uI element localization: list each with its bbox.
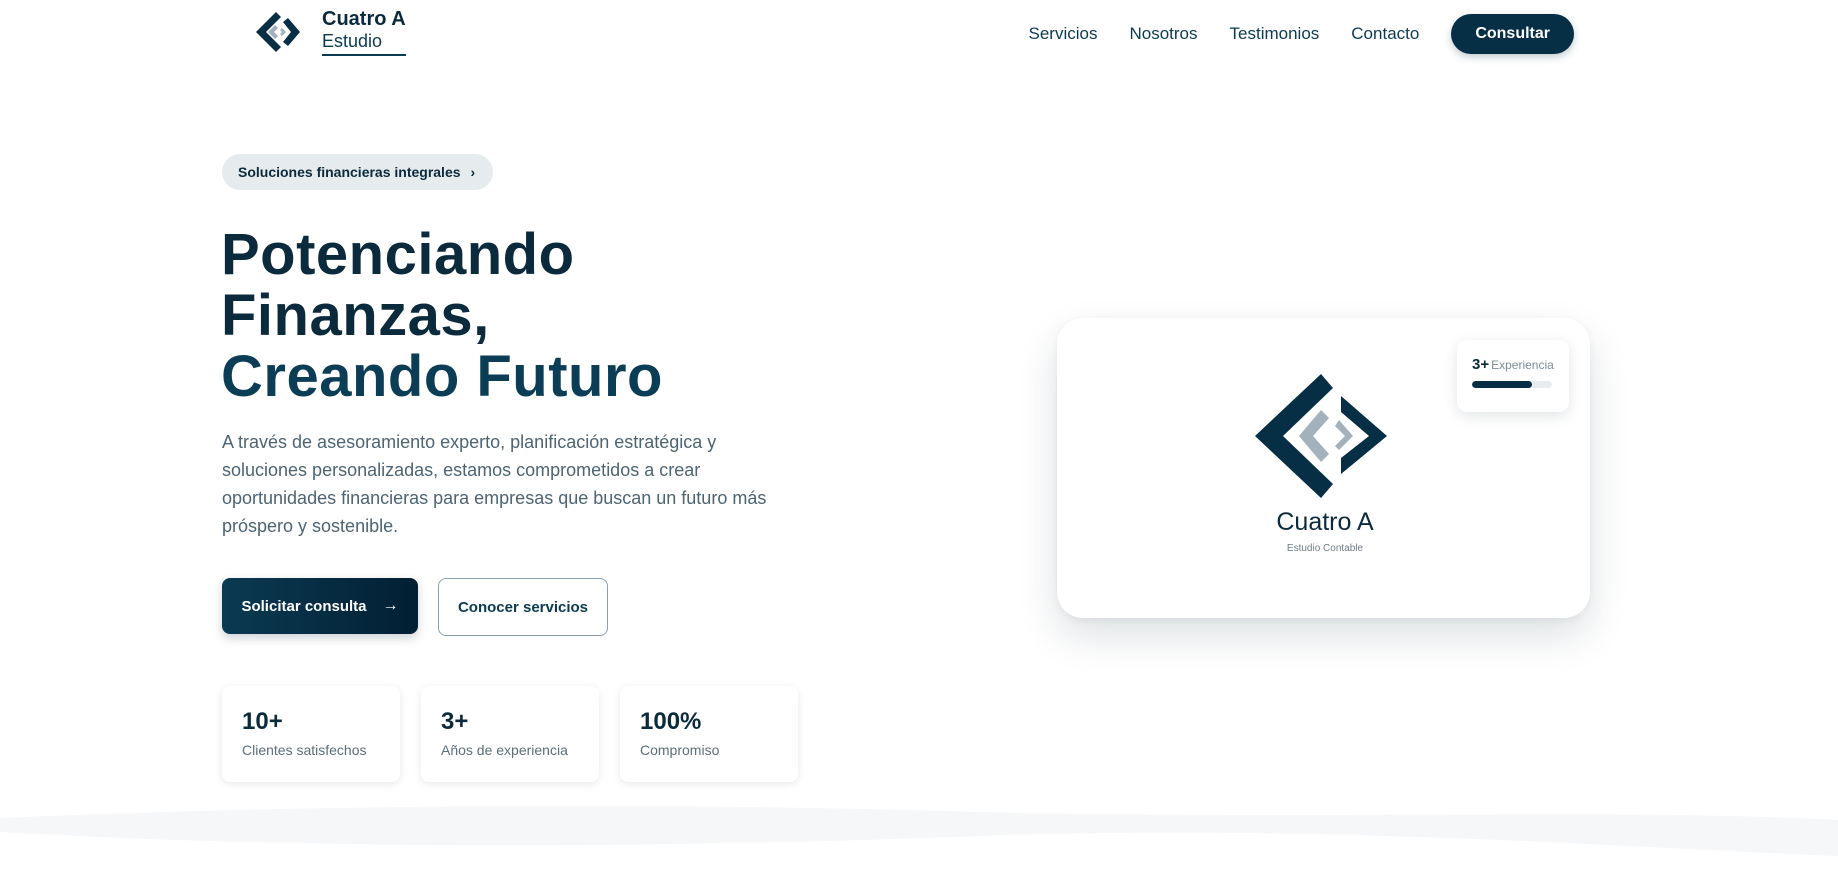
experience-progress-fill — [1472, 381, 1532, 388]
main-nav: Servicios Nosotros Testimonios Contacto … — [1029, 14, 1574, 54]
consultar-button[interactable]: Consultar — [1451, 14, 1574, 54]
nav-link-contacto[interactable]: Contacto — [1351, 24, 1419, 44]
solicitar-consulta-button[interactable]: Solicitar consulta → — [222, 578, 418, 634]
hero-pill[interactable]: Soluciones financieras integrales › — [222, 154, 494, 190]
brand-card: 3+ Experiencia Cuatro A Estudio Contable — [1057, 318, 1590, 618]
experience-progress-track — [1472, 381, 1552, 388]
solicitar-consulta-label: Solicitar consulta — [241, 597, 367, 615]
stat-card: 10+ Clientes satisfechos — [222, 686, 400, 782]
brand-logo[interactable]: Cuatro A Estudio — [252, 8, 406, 56]
stat-value: 10+ — [242, 708, 283, 735]
nav-link-servicios[interactable]: Servicios — [1029, 24, 1098, 44]
section-divider-wave — [0, 806, 1838, 894]
cuatro-a-logo-icon — [256, 12, 300, 52]
brand-text: Cuatro A Estudio — [322, 8, 406, 56]
conocer-servicios-label: Conocer servicios — [457, 598, 589, 616]
stat-card: 100% Compromiso — [620, 686, 798, 782]
site-header: Cuatro A Estudio Servicios Nosotros Test… — [0, 0, 1838, 70]
brand-title: Cuatro A — [322, 8, 406, 30]
conocer-servicios-button[interactable]: Conocer servicios — [438, 578, 608, 636]
stat-card: 3+ Años de experiencia — [421, 686, 599, 782]
headline-line-2: Finanzas, — [221, 283, 490, 348]
badge-label: Experiencia — [1491, 358, 1554, 372]
stat-label: Compromiso — [640, 742, 720, 758]
hero-headline: Potenciando Finanzas, Creando Futuro — [221, 224, 663, 407]
nav-link-nosotros[interactable]: Nosotros — [1129, 24, 1197, 44]
stat-label: Años de experiencia — [441, 742, 568, 758]
hero-pill-label: Soluciones financieras integrales — [238, 164, 461, 180]
headline-line-1: Potenciando — [221, 222, 575, 287]
card-title: Cuatro A — [1276, 508, 1374, 536]
chevron-right-icon: › — [470, 164, 476, 180]
arrow-right-icon: → — [382, 597, 399, 614]
stats-row: 10+ Clientes satisfechos 3+ Años de expe… — [222, 686, 819, 782]
badge-value: 3+ — [1472, 356, 1490, 373]
nav-link-testimonios[interactable]: Testimonios — [1230, 24, 1320, 44]
card-subtitle: Estudio Contable — [1286, 543, 1364, 554]
headline-line-3: Creando Futuro — [221, 344, 663, 409]
brand-subtitle: Estudio — [322, 30, 406, 56]
stat-value: 100% — [640, 708, 702, 735]
badge-row: 3+ Experiencia — [1472, 356, 1555, 373]
stat-value: 3+ — [441, 708, 469, 735]
cuatro-a-logo-icon — [1255, 374, 1387, 498]
stat-label: Clientes satisfechos — [242, 742, 367, 758]
experience-badge: 3+ Experiencia — [1457, 340, 1569, 412]
hero-description: A través de asesoramiento experto, plani… — [222, 432, 767, 536]
